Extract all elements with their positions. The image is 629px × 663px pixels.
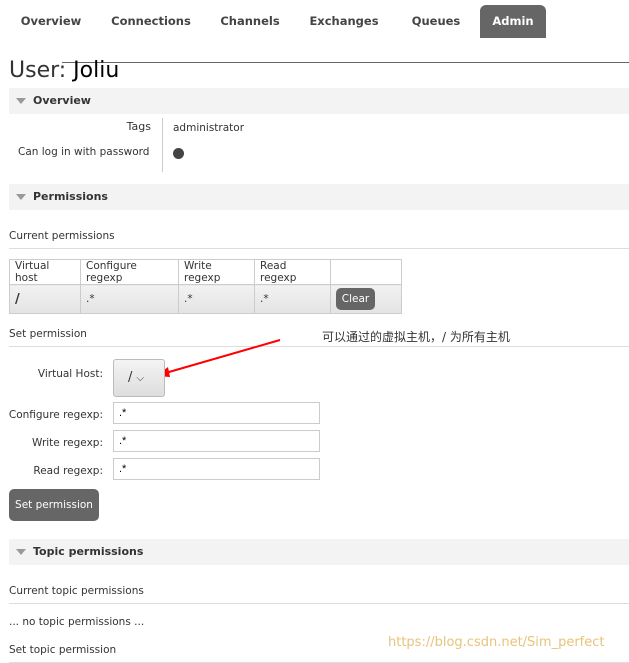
cell-configure: .* xyxy=(80,284,179,314)
write-label: Write regexp: xyxy=(32,437,103,449)
write-input[interactable] xyxy=(113,430,320,452)
table-row: / .* .* .* Clear xyxy=(9,284,402,314)
watermark: https://blog.csdn.net/Sim_perfect xyxy=(388,635,605,650)
page-title: User: Joliu xyxy=(9,58,119,83)
tags-label: Tags xyxy=(126,120,151,133)
annotation-arrow-icon xyxy=(156,339,281,377)
tab-admin[interactable]: Admin xyxy=(480,5,546,38)
clear-button[interactable]: Clear xyxy=(336,288,375,310)
divider xyxy=(162,118,163,172)
tab-exchanges[interactable]: Exchanges xyxy=(302,5,386,38)
title-prefix: User: xyxy=(9,58,67,83)
vhost-label: Virtual Host: xyxy=(37,368,103,380)
vhost-value: / xyxy=(128,370,133,385)
set-permission-label: Set permission xyxy=(9,328,629,347)
cell-write: .* xyxy=(178,284,255,314)
permissions-section-header[interactable]: Permissions xyxy=(9,184,629,210)
vhost-select[interactable]: / ⌵ xyxy=(113,359,165,397)
tab-channels[interactable]: Channels xyxy=(210,5,290,38)
read-input[interactable] xyxy=(113,458,320,480)
col-vhost: Virtual host xyxy=(9,259,81,285)
current-topic-permissions-label: Current topic permissions xyxy=(9,585,629,604)
annotation-text: 可以通过的虚拟主机，/ 为所有主机 xyxy=(322,330,510,344)
cell-vhost: / xyxy=(9,284,81,314)
col-action xyxy=(330,259,402,285)
configure-input[interactable] xyxy=(113,402,320,424)
read-label: Read regexp: xyxy=(33,465,103,477)
user-name: Joliu xyxy=(73,58,120,83)
password-yes-dot xyxy=(173,148,184,159)
col-read: Read regexp xyxy=(254,259,331,285)
tags-value: administrator xyxy=(173,122,245,134)
col-configure: Configure regexp xyxy=(80,259,179,285)
tab-queues[interactable]: Queues xyxy=(398,5,474,38)
password-label: Can log in with password xyxy=(18,146,150,158)
chevron-down-icon: ⌵ xyxy=(136,373,145,384)
nav-divider xyxy=(62,62,629,63)
no-topic-permissions: ... no topic permissions ... xyxy=(9,616,145,628)
col-write: Write regexp xyxy=(178,259,255,285)
tab-overview[interactable]: Overview xyxy=(9,5,93,38)
main-nav: Overview Connections Channels Exchanges … xyxy=(0,5,629,38)
topic-permissions-section-header[interactable]: Topic permissions xyxy=(9,539,629,565)
overview-section-header[interactable]: Overview xyxy=(9,88,629,114)
cell-read: .* xyxy=(254,284,331,314)
set-permission-button[interactable]: Set permission xyxy=(9,489,99,521)
tab-connections[interactable]: Connections xyxy=(105,5,197,38)
permissions-table: Virtual host Configure regexp Write regexp… xyxy=(9,259,402,314)
configure-label: Configure regexp: xyxy=(8,409,103,421)
current-permissions-label: Current permissions xyxy=(9,230,629,249)
